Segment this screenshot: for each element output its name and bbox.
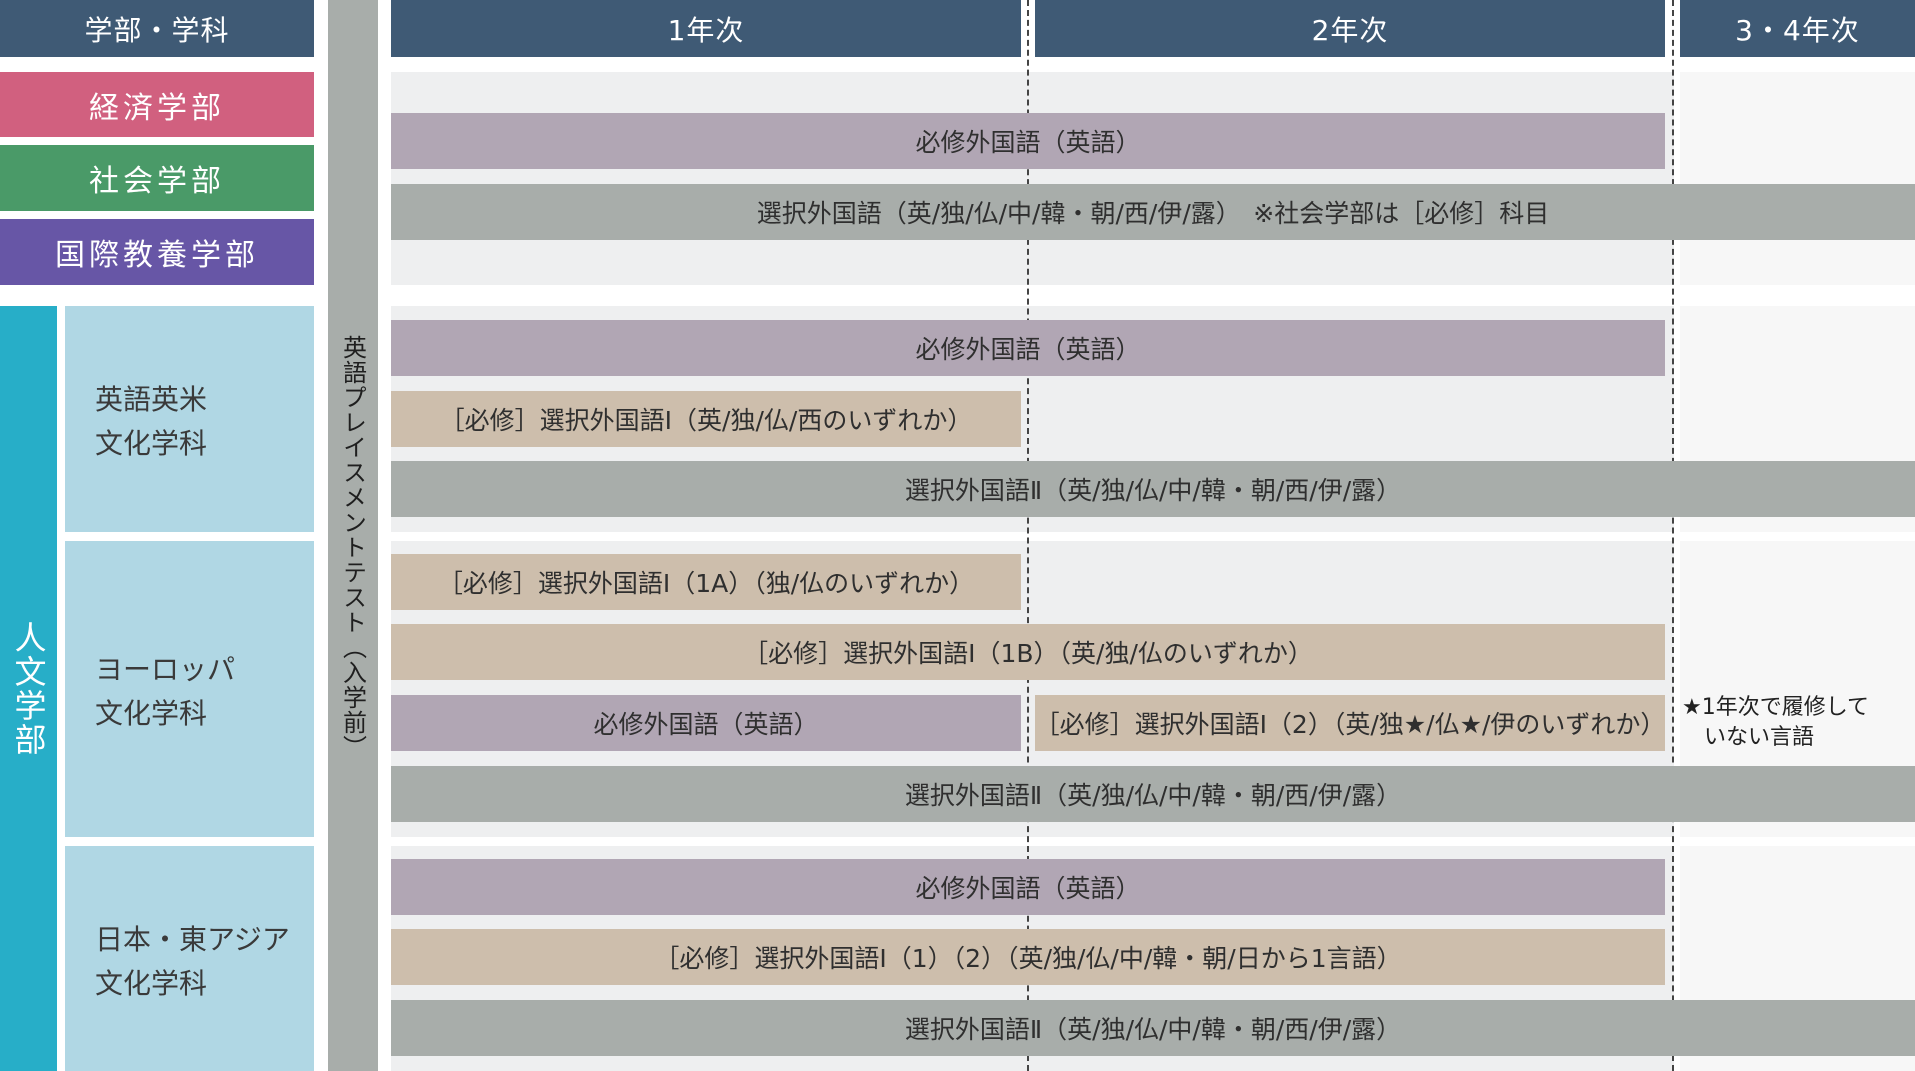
course-required-english-g4: 必修外国語（英語） <box>391 859 1665 915</box>
star-note: ★1年次で履修して いない言語 <box>1682 693 1912 753</box>
header-year34: 3・4年次 <box>1680 0 1915 57</box>
star-note-line1: ★1年次で履修して <box>1682 695 1870 720</box>
course-elective-g1: 選択外国語（英/独/仏/中/韓・朝/西/伊/露） ※社会学部は［必修］科目 <box>391 184 1915 240</box>
subdept-europe-line2: 文化学科 <box>95 697 208 730</box>
subdept-english-line2: 文化学科 <box>95 427 208 460</box>
course-elective-2-g4: 選択外国語Ⅱ（英/独/仏/中/韓・朝/西/伊/露） <box>391 1000 1915 1056</box>
course-elective-2-g3: 選択外国語Ⅱ（英/独/仏/中/韓・朝/西/伊/露） <box>391 766 1915 822</box>
header-year2: 2年次 <box>1035 0 1665 57</box>
dept-sociology: 社会学部 <box>0 145 314 211</box>
dept-humanities: 人文学部 <box>0 306 57 1071</box>
course-required-elective-1a-g3: ［必修］選択外国語Ⅰ（1A）（独/仏のいずれか） <box>391 554 1021 610</box>
band-group1-year34 <box>1680 72 1915 285</box>
star-note-line2: いない言語 <box>1704 725 1815 750</box>
header-dept-label: 学部・学科 <box>0 0 314 57</box>
placement-test: 英語プレイスメントテスト（入学前） <box>328 335 378 775</box>
dept-humanities-label: 人文学部 <box>9 620 48 757</box>
dept-liberal-arts: 国際教養学部 <box>0 219 314 285</box>
course-required-elective-2-g3: ［必修］選択外国語Ⅰ（2）（英/独★/仏★/伊のいずれか） <box>1035 695 1665 751</box>
subdept-japan-line2: 文化学科 <box>95 966 208 1000</box>
course-elective-2-g2: 選択外国語Ⅱ（英/独/仏/中/韓・朝/西/伊/露） <box>391 461 1915 517</box>
subdept-japan-line1: 日本・東アジア <box>95 922 290 956</box>
subdept-english: 英語英米 文化学科 <box>65 306 314 532</box>
divider-year2-year34 <box>1672 0 1674 1071</box>
header-year1: 1年次 <box>391 0 1021 57</box>
course-required-english-g2: 必修外国語（英語） <box>391 320 1665 376</box>
course-required-elective-1-g4: ［必修］選択外国語Ⅰ（1）（2）（英/独/仏/中/韓・朝/日から1言語） <box>391 929 1665 985</box>
dept-economics: 経済学部 <box>0 72 314 137</box>
course-required-elective-1b-g3: ［必修］選択外国語Ⅰ（1B）（英/独/仏のいずれか） <box>391 624 1665 680</box>
subdept-europe-line1: ヨーロッパ <box>95 653 236 686</box>
subdept-europe: ヨーロッパ 文化学科 <box>65 541 314 837</box>
subdept-japan: 日本・東アジア 文化学科 <box>65 846 314 1071</box>
band-group1 <box>391 72 1674 285</box>
course-required-english-g1: 必修外国語（英語） <box>391 113 1665 169</box>
placement-test-label: 英語プレイスメントテスト（入学前） <box>338 335 367 760</box>
course-required-elective-1-g2: ［必修］選択外国語Ⅰ（英/独/仏/西のいずれか） <box>391 391 1021 447</box>
subdept-english-line1: 英語英米 <box>95 383 208 416</box>
course-required-english-g3: 必修外国語（英語） <box>391 695 1021 751</box>
